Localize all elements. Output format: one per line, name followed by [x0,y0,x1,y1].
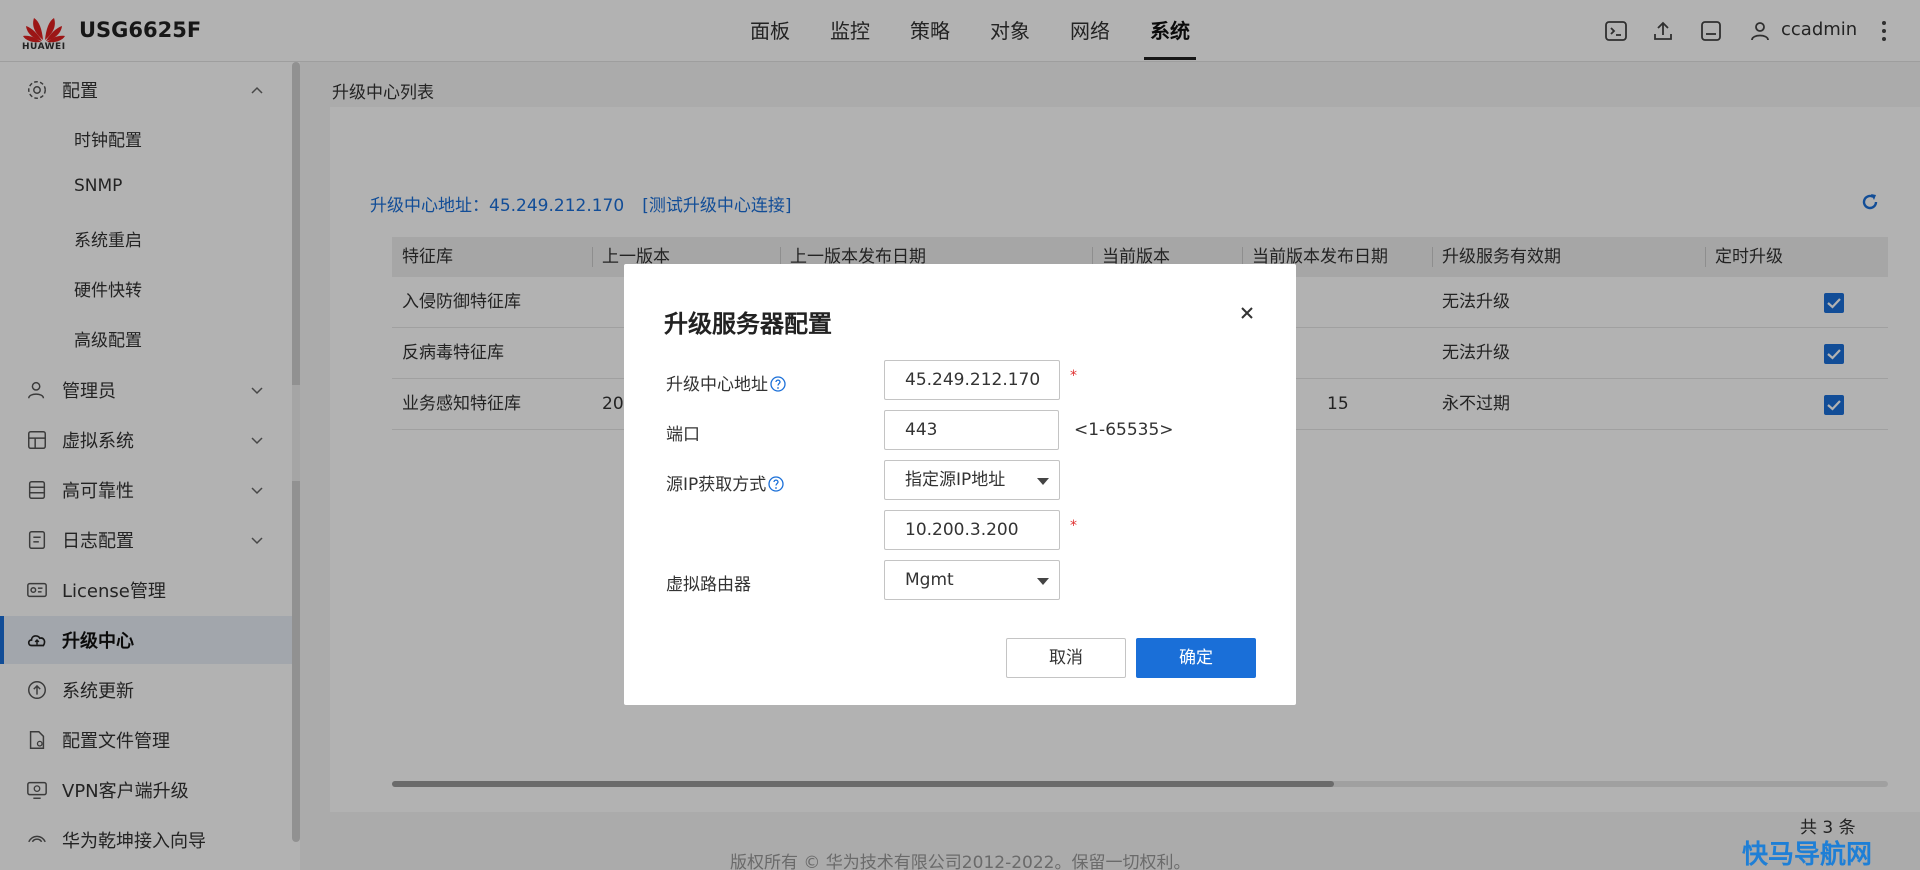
help-icon[interactable] [768,476,784,492]
center-address-input[interactable]: 45.249.212.170 [884,360,1060,400]
center-address-label: 升级中心地址 [666,370,786,395]
dialog-title: 升级服务器配置 [664,310,832,338]
port-range-hint: <1-65535> [1074,420,1174,440]
label-text: 升级中心地址 [666,375,768,395]
close-icon[interactable] [1238,304,1256,322]
source-ip-mode-select[interactable]: 指定源IP地址 [884,460,1060,500]
dropdown-caret-icon [1037,578,1049,585]
source-ip-input[interactable]: 10.200.3.200 [884,510,1060,550]
site-watermark: 快马导航网 [1742,840,1873,870]
confirm-button[interactable]: 确定 [1136,638,1256,678]
port-input[interactable]: 443 [884,410,1059,450]
help-icon[interactable] [770,376,786,392]
virtual-router-label: 虚拟路由器 [666,575,751,595]
upgrade-server-dialog: 升级服务器配置 升级中心地址 45.249.212.170 * 端口 443 <… [624,264,1296,705]
cancel-button[interactable]: 取消 [1006,638,1126,678]
select-value: 指定源IP地址 [905,470,1006,490]
virtual-router-select[interactable]: Mgmt [884,560,1060,600]
port-label: 端口 [666,425,700,445]
select-value: Mgmt [905,570,954,590]
required-mark: * [1070,518,1077,534]
required-mark: * [1070,368,1077,384]
dropdown-caret-icon [1037,478,1049,485]
label-text: 源IP获取方式 [666,475,767,495]
source-ip-mode-label: 源IP获取方式 [666,470,784,495]
